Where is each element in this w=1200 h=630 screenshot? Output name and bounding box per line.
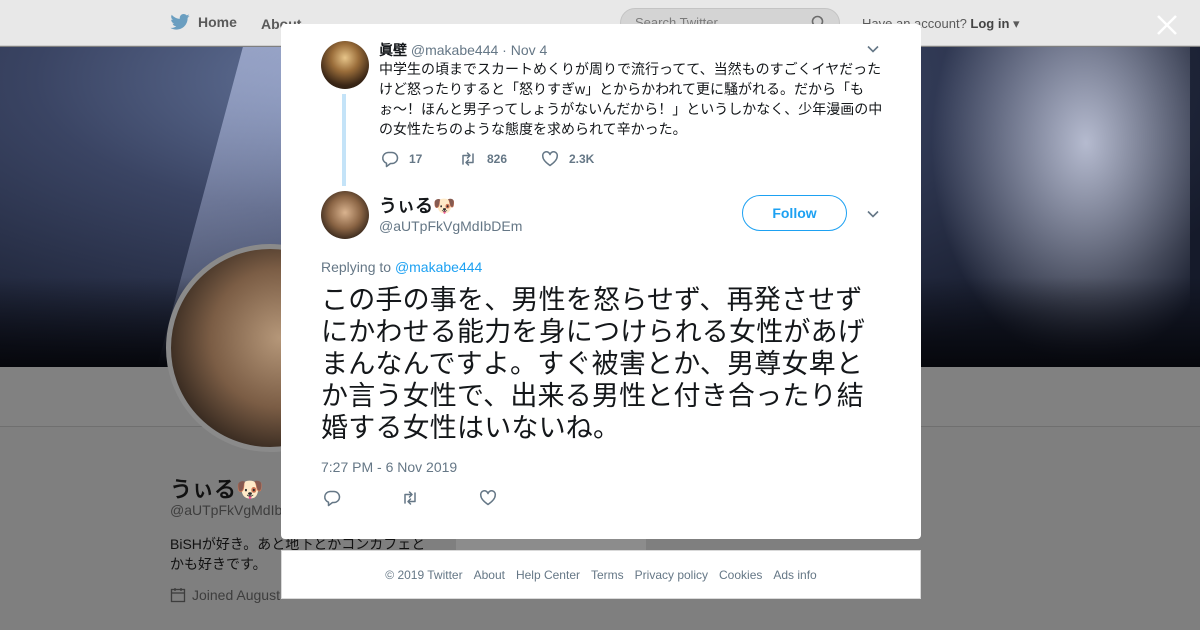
reply-icon [382,151,399,168]
footer-cookies-link[interactable]: Cookies [719,568,762,582]
caret-down-icon[interactable]: ▾ [1013,16,1020,31]
separator-dot: · [502,42,507,58]
footer-privacy-link[interactable]: Privacy policy [635,568,708,582]
profile-name: うぃる🐶 [170,477,264,502]
footer-ads-link[interactable]: Ads info [773,568,816,582]
home-label: Home [198,14,237,30]
footer-terms-link[interactable]: Terms [591,568,624,582]
reply-icon[interactable] [323,489,341,507]
tweet-timestamp[interactable]: 7:27 PM - 6 Nov 2019 [321,459,457,475]
retweet-count: 826 [487,152,508,166]
heart-icon[interactable] [479,489,497,507]
close-icon[interactable] [1154,12,1180,38]
chevron-down-icon[interactable] [865,41,881,57]
footer-help-link[interactable]: Help Center [516,568,580,582]
tweet-actions [323,489,497,507]
retweet-button[interactable]: 826 [459,150,541,168]
joined-text: Joined August [192,587,280,603]
retweet-icon[interactable] [401,489,419,507]
author-name[interactable]: うぃる🐶 [379,192,455,218]
author-handle[interactable]: @makabe444 [411,42,498,58]
twitter-bird-icon [170,14,190,30]
replying-to: Replying to @makabe444 [321,259,482,275]
tweet-date[interactable]: Nov 4 [511,42,548,58]
author-handle[interactable]: @aUTpFkVgMdIbDEm [379,218,522,234]
tweet-modal: 眞壁 @makabe444 · Nov 4 中学生の頃までスカートめくりが周りで… [281,24,921,539]
tweet-text: この手の事を、男性を怒らせず、再発させずにかわせる能力を身につけられる女性があげ… [321,285,865,443]
chevron-down-icon[interactable] [865,206,881,222]
author-name[interactable]: 眞壁 [379,42,407,58]
reply-button[interactable]: 17 [381,150,459,168]
tweet-text: 中学生の頃までスカートめくりが周りで流行ってて、当然ものすごくイヤだったけど怒っ… [379,61,883,137]
retweet-icon [462,152,474,166]
home-link[interactable]: Home [170,14,237,30]
calendar-icon [170,588,186,603]
avatar[interactable] [321,191,369,239]
footer-copyright: © 2019 Twitter [385,567,463,582]
profile-joined: Joined August [170,587,280,603]
heart-icon [541,151,559,167]
follow-button[interactable]: Follow [742,195,847,231]
like-button[interactable]: 2.3K [541,150,594,168]
login-link[interactable]: Log in [970,16,1009,31]
footer-about-link[interactable]: About [474,568,505,582]
avatar[interactable] [321,41,369,89]
tweet-actions: 17 826 2.3K [381,150,594,168]
reply-count: 17 [409,152,423,166]
parent-tweet-header: 眞壁 @makabe444 · Nov 4 [379,40,547,60]
parent-tweet[interactable]: 眞壁 @makabe444 · Nov 4 中学生の頃までスカートめくりが周りで… [281,24,921,186]
footer: © 2019 Twitter About Help Center Terms P… [281,550,921,599]
replying-prefix: Replying to [321,259,392,275]
replying-to-link[interactable]: @makabe444 [395,259,482,275]
like-count: 2.3K [569,152,595,166]
thread-connector [342,94,346,186]
